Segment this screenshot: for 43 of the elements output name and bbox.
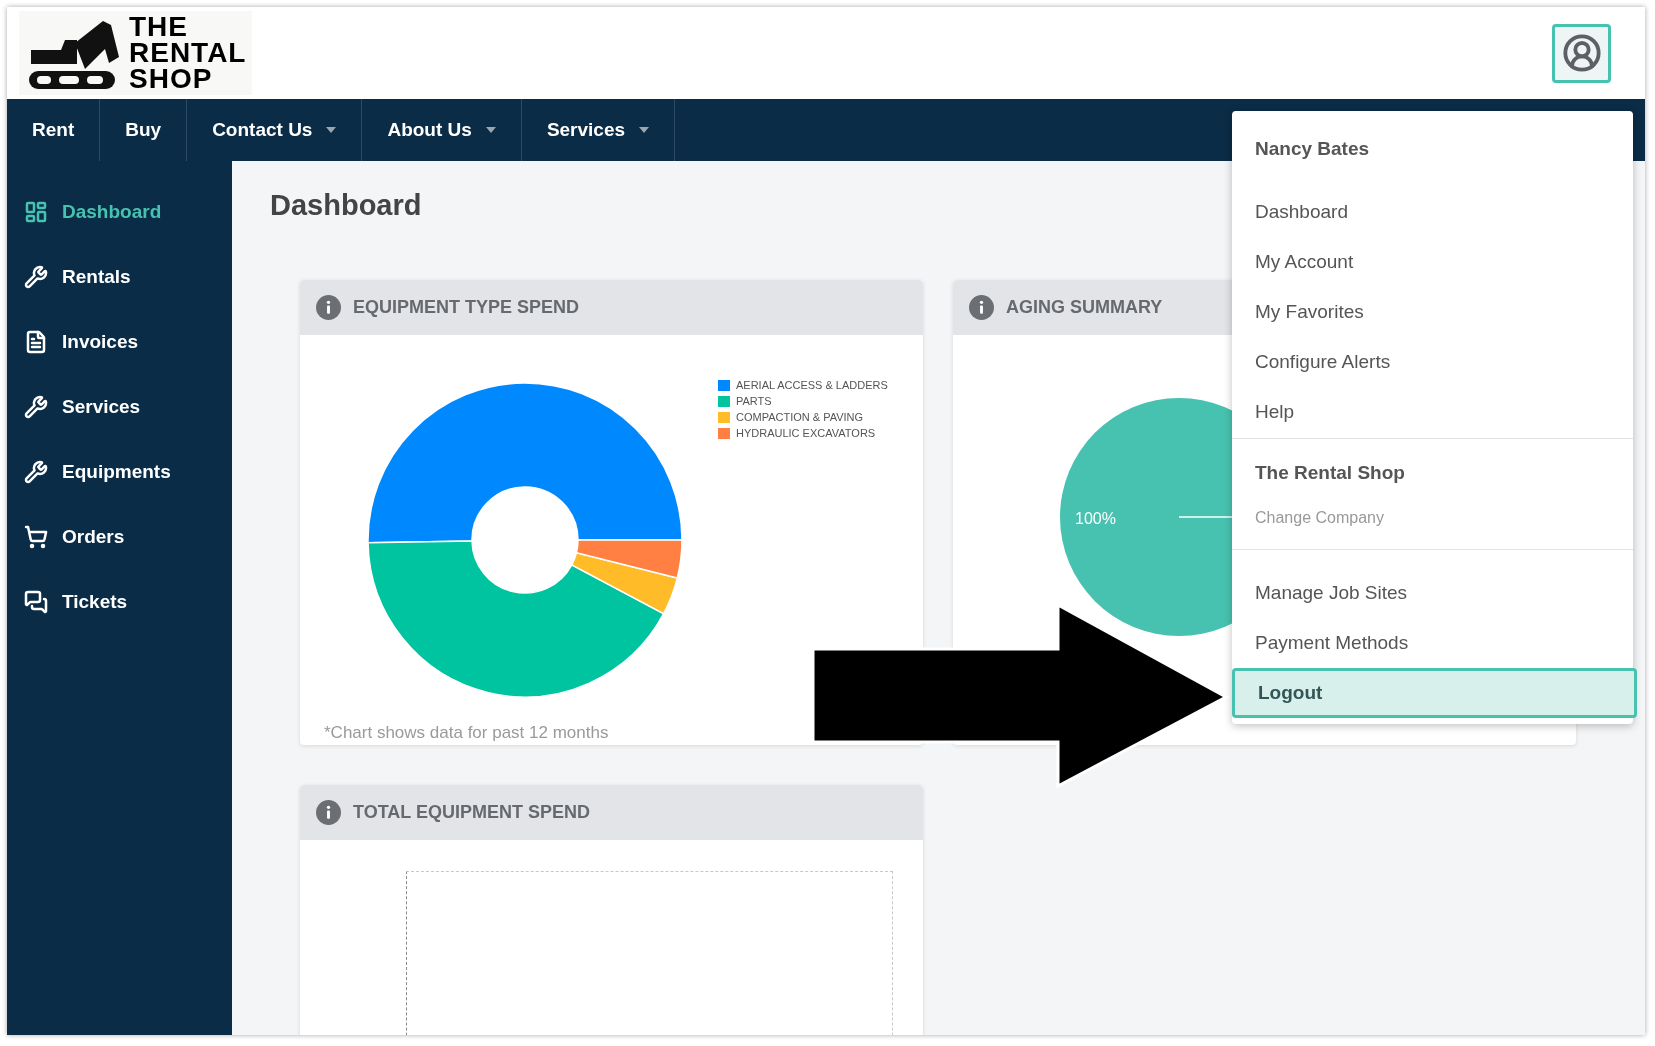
sidebar-item[interactable]: Orders bbox=[7, 519, 232, 555]
logo-text: SHOP bbox=[129, 66, 214, 92]
sidebar-item[interactable]: Invoices bbox=[7, 324, 232, 360]
sidebar-item[interactable]: Rentals bbox=[7, 259, 232, 295]
slice-label: 100% bbox=[1075, 509, 1116, 529]
chat-icon bbox=[24, 590, 48, 614]
wrench-icon bbox=[24, 265, 48, 289]
menu-item[interactable]: My Favorites bbox=[1232, 287, 1637, 338]
logo-text: THE bbox=[129, 14, 189, 40]
info-icon bbox=[316, 800, 341, 825]
legend-label: AERIAL ACCESS & LADDERS bbox=[736, 378, 888, 392]
legend-label: PARTS bbox=[736, 394, 772, 408]
menu-item[interactable]: Manage Job Sites bbox=[1232, 568, 1637, 618]
card-title: TOTAL EQUIPMENT SPEND bbox=[353, 801, 591, 824]
card-title: AGING SUMMARY bbox=[1006, 296, 1163, 319]
sidebar-item[interactable]: Tickets bbox=[7, 584, 232, 620]
menu-item[interactable]: Payment Methods bbox=[1232, 618, 1637, 668]
card-title: EQUIPMENT TYPE SPEND bbox=[353, 296, 580, 319]
info-icon bbox=[969, 295, 994, 320]
sidebar-item[interactable]: Equipments bbox=[7, 454, 232, 490]
logo-text: RENTAL bbox=[129, 40, 247, 66]
menu-item[interactable]: Configure Alerts bbox=[1232, 337, 1637, 388]
page-title: Dashboard bbox=[270, 188, 422, 223]
menu-heading: The Rental Shop bbox=[1254, 460, 1406, 485]
document-icon bbox=[24, 330, 48, 354]
info-icon bbox=[316, 295, 341, 320]
menu-item[interactable]: Logout bbox=[1232, 668, 1637, 718]
chart-footnote: *Chart shows data for past 12 months bbox=[324, 721, 609, 744]
legend-label: COMPACTION & PAVING bbox=[736, 410, 864, 424]
wrench-icon bbox=[24, 460, 48, 484]
menu-item[interactable]: Dashboard bbox=[1232, 187, 1637, 238]
menu-user-name: Nancy Bates bbox=[1254, 137, 1371, 161]
sidebar-item[interactable]: Services bbox=[7, 389, 232, 425]
dashboard-icon bbox=[24, 200, 48, 224]
legend-label: HYDRAULIC EXCAVATORS bbox=[736, 426, 876, 440]
wrench-icon bbox=[24, 395, 48, 419]
logo[interactable]: THE RENTAL SHOP bbox=[19, 11, 253, 95]
menu-item[interactable]: My Account bbox=[1232, 237, 1637, 288]
user-avatar-button[interactable] bbox=[1552, 23, 1611, 83]
menu-item[interactable]: Help bbox=[1232, 387, 1637, 438]
user-icon bbox=[1561, 33, 1602, 73]
sidebar-item[interactable]: Dashboard bbox=[7, 194, 232, 230]
cart-icon bbox=[24, 525, 48, 549]
